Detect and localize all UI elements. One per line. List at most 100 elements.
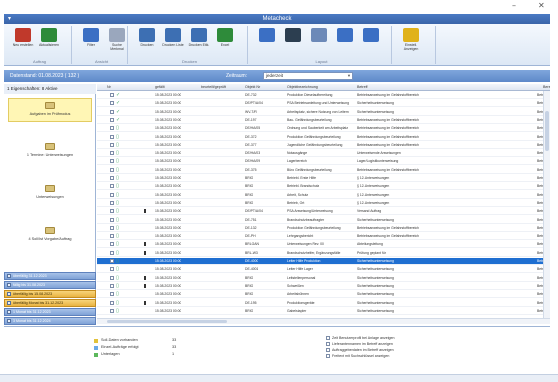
row-checkbox[interactable] [110, 93, 114, 97]
row-checkbox[interactable] [110, 242, 114, 247]
row-checkbox[interactable] [110, 259, 114, 263]
table-row[interactable]: ✓ 15.08.2023 00:00 DE/PT/A/04 PSA Betriebsa… [97, 100, 550, 108]
nav-tile[interactable]: 4 Soll/Ist Vorgabe/Auftrag [8, 224, 92, 248]
row-checkbox[interactable] [110, 134, 114, 139]
close-icon[interactable]: ✕ [538, 1, 545, 11]
table-row[interactable]: ▯ 15.08.2023 00:00 DE-4001 Leiter Hilfe Lag… [97, 266, 550, 274]
option-checkbox[interactable] [326, 348, 330, 352]
table-row[interactable]: ▯ 15.08.2023 00:00 BRIO Betriebl. Brandschu… [97, 183, 550, 191]
column-header[interactable]: Objektbezeichnung [287, 85, 318, 89]
column-header[interactable]: beurteilt/geprüft [201, 85, 226, 89]
columns-button[interactable] [282, 28, 304, 58]
table-row[interactable]: ▯ 15.08.2023 00:00 BRIO Betrieb, Ort § 12-Un… [97, 200, 550, 207]
row-checkbox[interactable] [110, 250, 114, 255]
table-row[interactable]: ▯ 15.08.2023 00:00 DE-132 Produktion Gefähr… [97, 225, 550, 232]
table-row[interactable]: ▯ 15.08.2023 00:00 DE-377 Jugendliche Gefäh… [97, 142, 550, 149]
table-row[interactable]: ▯ 15.08.2023 00:00 DE-375 Büro Gefährdungsb… [97, 167, 550, 174]
minimize-icon[interactable]: – [512, 1, 516, 11]
row-checkbox[interactable] [110, 109, 114, 114]
row-checkbox[interactable] [110, 200, 114, 205]
row-checkbox[interactable] [110, 283, 114, 288]
nav-tile[interactable]: Unterweisungen [8, 182, 92, 206]
table-row[interactable]: ▯ 15.08.2023 00:00 BRIO Schweißen Sicherheit… [97, 283, 550, 290]
option-checkbox[interactable] [326, 354, 330, 358]
sort-icon [259, 28, 275, 42]
option-checkbox-row[interactable]: Freitext mit Suchschlüssel anzeigen [326, 353, 395, 359]
row-checkbox[interactable] [110, 300, 114, 305]
column-header[interactable]: gefällt [155, 85, 165, 89]
table-row[interactable]: ▯ 15.08.2023 00:00 BRL-W3 Brandschutzhelfer… [97, 250, 550, 257]
period-select[interactable]: jederzeit ▼ [263, 72, 353, 80]
row-checkbox[interactable] [110, 101, 114, 106]
excel-button[interactable]: Excel [214, 28, 236, 58]
row-checkbox[interactable] [110, 176, 114, 180]
nav-tile[interactable]: Aufgaben im Prüfmodus [8, 98, 92, 122]
new-order-button[interactable]: Neu erstellen [12, 28, 34, 58]
table-row[interactable]: ✓ 15.08.2023 00:00 WV-T/R Arbeitsplatz, sic… [97, 109, 550, 116]
filter-item[interactable]: fällig bis 31.08.2023 [4, 281, 96, 289]
option-checkbox[interactable] [326, 342, 330, 346]
column-header[interactable]: Objekt Nr [245, 85, 260, 89]
table-row[interactable]: ▯ 15.08.2023 00:00 DE/HA/09 Lagerbereich Lag… [97, 158, 550, 166]
scroll-thumb[interactable] [545, 111, 549, 151]
row-checkbox[interactable] [110, 217, 114, 222]
filter-item[interactable]: 1 Monat bis 31.12.2023 [4, 308, 96, 316]
row-checkbox[interactable] [110, 184, 114, 189]
table-row[interactable]: ✓ 15.08.2023 00:00 DE-197 Bau- Gefährdungsb… [97, 117, 550, 124]
row-checkbox[interactable] [110, 159, 114, 164]
table-row[interactable]: ▯ 15.08.2023 00:00 DE/HA/03 Notausgänge Unte… [97, 150, 550, 158]
row-checkbox[interactable] [110, 142, 114, 147]
row-checkbox[interactable] [110, 117, 114, 122]
row-checkbox[interactable] [110, 225, 114, 230]
settings-button[interactable]: Einstell. Anzeigen [400, 28, 422, 58]
table-row[interactable]: ▯ 15.08.2023 00:00 BRIO Leitstellenpersonal… [97, 275, 550, 282]
table-row[interactable]: ▯ 15.08.2023 00:00 DE/PT/A/04 PSA Anweisung… [97, 208, 550, 216]
option-checkbox[interactable] [326, 336, 330, 340]
date-cell: 15.08.2023 00:00 [155, 142, 182, 147]
row-checkbox[interactable] [110, 192, 114, 197]
row-checkbox[interactable] [110, 292, 114, 297]
filter-item[interactable]: überfällig Monat bis 31.12.2023 [4, 299, 96, 307]
print-button[interactable]: Drucken [136, 28, 158, 58]
table-row[interactable]: ▯ 15.08.2023 00:00 DE-751 Brandschutzbeauft… [97, 217, 550, 224]
row-checkbox[interactable] [110, 267, 114, 272]
filter-item[interactable]: überfällig bis 15.08.2023 [4, 290, 96, 298]
row-checkbox[interactable] [110, 209, 114, 214]
print-list-button[interactable]: Drucken Liste [162, 28, 184, 58]
column-header[interactable]: Berei [543, 85, 550, 89]
print-label-button[interactable]: Drucken Etik. [188, 28, 210, 58]
row-checkbox[interactable] [110, 308, 114, 313]
vertical-scrollbar[interactable] [543, 91, 550, 324]
table-row[interactable]: ▯ 15.08.2023 00:00 DE-372 Produktion Gefähr… [97, 134, 550, 141]
table-row[interactable]: ▯ 15.08.2023 00:00 BRIO Arbeitsbühnen Sicher… [97, 291, 550, 299]
table-row[interactable]: ▯ 15.08.2023 00:00 DE/HA/05 Ordnung und Sau… [97, 125, 550, 133]
table-row[interactable]: ▯ 15.08.2023 00:00 DE-195 Produktionsgeräte… [97, 300, 550, 307]
table-row[interactable]: ▯ 15.08.2023 00:00 DE-4000 Leiter Hilfe Pro… [97, 258, 550, 265]
row-checkbox[interactable] [110, 167, 114, 172]
sort-button[interactable] [256, 28, 278, 58]
filter-item[interactable]: überfällig 31.12.2023 [4, 272, 96, 280]
table-row[interactable]: ▯ 15.08.2023 00:00 DE-PH Lehrgangsbericht Be… [97, 233, 550, 241]
horizontal-scrollbar[interactable] [97, 318, 550, 324]
table-button[interactable] [334, 28, 356, 58]
table-row[interactable]: ▯ 15.08.2023 00:00 BRLGAN Unterweisungen Re… [97, 241, 550, 249]
scroll-thumb[interactable] [107, 320, 227, 323]
row-checkbox[interactable] [110, 126, 114, 131]
grid-button[interactable] [360, 28, 382, 58]
row-checkbox[interactable] [110, 234, 114, 239]
table-row[interactable]: ▯ 15.08.2023 00:00 BRIO Gabelstapler Sicherh… [97, 308, 550, 315]
table-row[interactable]: ▯ 15.08.2023 00:00 BRIO Betriebl. Erste Hil… [97, 175, 550, 182]
filter-button[interactable]: Filter [80, 28, 102, 58]
search-button[interactable]: Suche Merkmal [106, 28, 128, 58]
row-checkbox[interactable] [110, 151, 114, 156]
column-header[interactable]: Nr [107, 85, 111, 89]
nav-tile[interactable]: 1 Termine: Unterweisungen [8, 140, 92, 164]
table-row[interactable]: ✓ 15.08.2023 00:00 DE-732 Produktion Diesel… [97, 92, 550, 99]
refresh-button[interactable]: Aktualisieren [38, 28, 60, 58]
filter-item[interactable]: 3 Monat bis 31.12.2024 [4, 317, 96, 325]
row-checkbox[interactable] [110, 275, 114, 280]
app-menu-icon[interactable]: ▾ [8, 14, 11, 24]
table-row[interactable]: ▯ 15.08.2023 00:00 BRIO Arbeit, Schutz § 12-… [97, 192, 550, 199]
layout-button[interactable] [308, 28, 330, 58]
column-header[interactable]: Betreff [357, 85, 368, 89]
